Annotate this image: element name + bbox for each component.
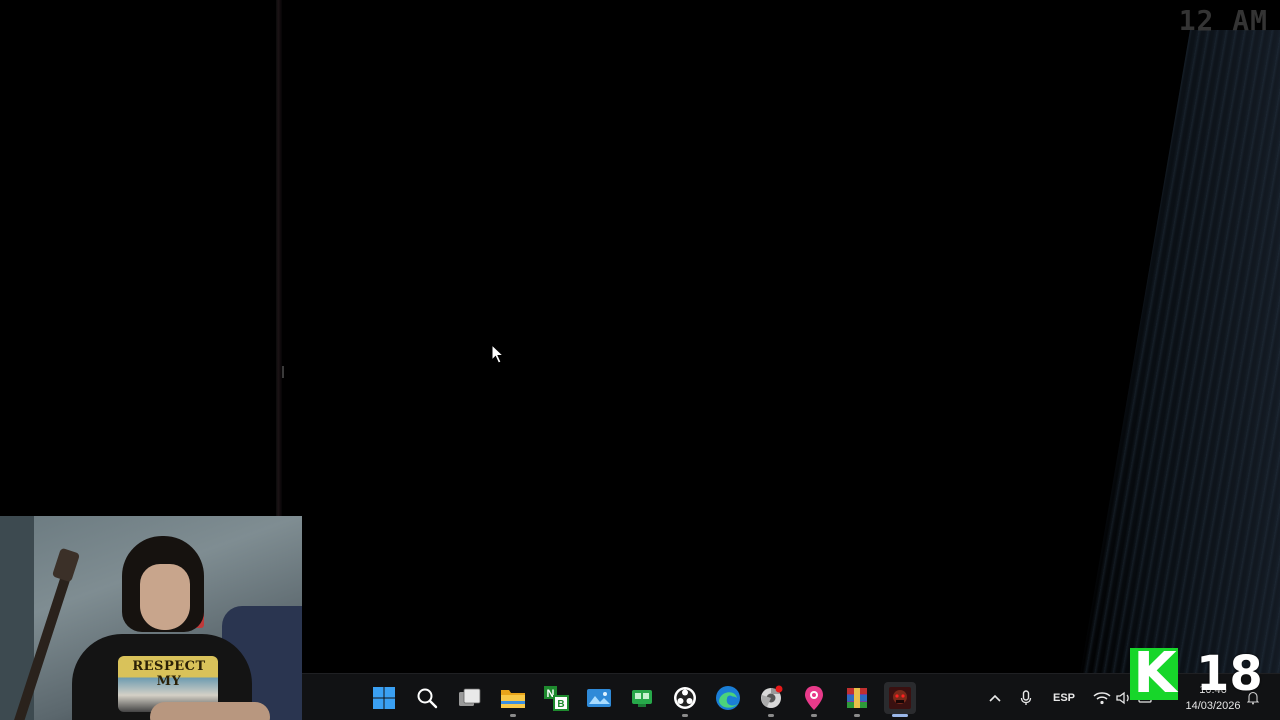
chevron-up-icon xyxy=(989,694,1001,702)
pin-icon xyxy=(805,686,823,710)
shirt-text: RESPECT MY xyxy=(132,659,206,689)
file-explorer-button[interactable] xyxy=(497,682,529,717)
edge-marker xyxy=(282,366,284,378)
running-indicator xyxy=(768,714,774,717)
night-hour-indicator: 12 AM xyxy=(1178,4,1268,37)
running-indicator xyxy=(682,714,688,717)
wifi-button[interactable] xyxy=(1091,674,1113,720)
search-button[interactable] xyxy=(411,682,443,714)
mouse-cursor-icon xyxy=(491,344,505,364)
rating-overlay: K 18 xyxy=(1130,646,1263,702)
obs-icon xyxy=(674,687,696,709)
game-window-edge xyxy=(276,0,282,516)
edge-icon xyxy=(716,686,740,710)
winrar-icon xyxy=(847,688,867,708)
map-pin-app-button[interactable] xyxy=(798,682,830,717)
search-icon xyxy=(417,688,438,709)
fnaf-game-button[interactable] xyxy=(884,682,916,717)
green-app-button[interactable] xyxy=(626,682,658,714)
microphone-icon xyxy=(1020,689,1032,705)
photos-button[interactable] xyxy=(583,682,615,714)
chrome-like-button[interactable] xyxy=(755,682,787,717)
running-indicator xyxy=(510,714,516,717)
task-view-button[interactable] xyxy=(454,682,486,714)
obs-button[interactable] xyxy=(669,682,701,717)
green-app-icon xyxy=(632,690,652,707)
curtain-texture xyxy=(1080,30,1280,675)
running-indicator xyxy=(854,714,860,717)
start-button[interactable] xyxy=(368,682,400,714)
folder-icon xyxy=(501,690,525,708)
age-rating: 18 xyxy=(1196,646,1263,702)
photos-icon xyxy=(587,689,611,707)
game-icon xyxy=(889,687,911,709)
desktop-screen: 12 AM RESPECT MY N B ESP 10:46 14/03/202… xyxy=(0,0,1280,720)
running-indicator xyxy=(892,714,908,717)
svg-text:B: B xyxy=(557,699,564,710)
person-face xyxy=(140,564,190,630)
person-hands xyxy=(150,702,270,720)
taskbar-pinned-apps: N B xyxy=(368,682,916,717)
show-hidden-icons-button[interactable] xyxy=(985,674,1005,720)
guitar-head xyxy=(51,547,81,583)
language-indicator[interactable]: ESP xyxy=(1047,674,1081,720)
winrar-button[interactable] xyxy=(841,682,873,717)
running-indicator xyxy=(811,714,817,717)
notepad-plus-button[interactable]: N B xyxy=(540,682,572,714)
edge-button[interactable] xyxy=(712,682,744,714)
webcam-overlay: RESPECT MY xyxy=(0,516,302,720)
windows-logo-icon xyxy=(373,687,395,709)
chrome-like-icon xyxy=(761,685,783,708)
task-view-icon xyxy=(459,688,481,706)
k-logo: K xyxy=(1130,646,1178,702)
wifi-icon xyxy=(1093,691,1111,704)
microphone-button[interactable] xyxy=(1016,674,1036,720)
notepad-plus-icon: N B xyxy=(544,686,569,711)
